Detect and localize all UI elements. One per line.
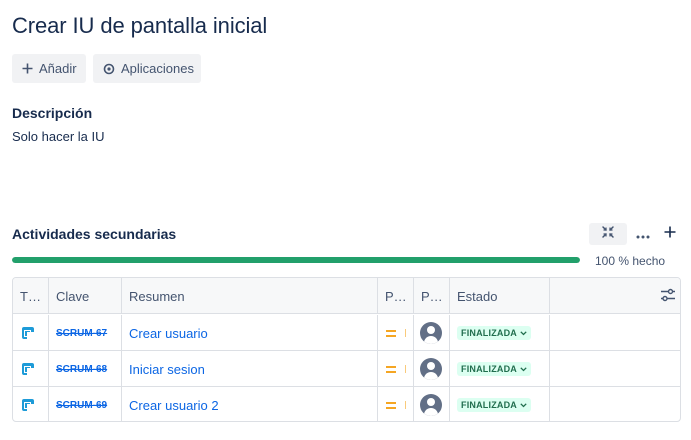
page-title: Crear IU de pantalla inicial [12,13,268,38]
avatar-icon[interactable] [420,394,442,416]
collapse-button[interactable] [589,223,627,245]
column-header-summary[interactable]: Resumen [122,278,378,314]
subtask-icon [22,363,34,375]
issue-key-link[interactable]: SCRUM-67 [56,328,107,339]
issue-key-link[interactable]: SCRUM-68 [56,364,107,375]
subtask-icon [22,327,34,339]
column-header-key[interactable]: Clave [49,278,122,314]
column-header-type[interactable]: T… [13,278,49,314]
issue-summary-link[interactable]: Crear usuario 2 [129,398,219,413]
status-dropdown[interactable]: FINALIZADA [457,398,531,412]
table-row[interactable]: SCRUM-69 Crear usuario 2 FINALIZADA [13,387,680,421]
add-subtask-button[interactable] [660,223,680,245]
status-dropdown[interactable]: FINALIZADA [457,362,531,376]
avatar-icon[interactable] [420,358,442,380]
status-dropdown[interactable]: FINALIZADA [457,326,531,340]
apps-icon [103,63,115,75]
apps-button[interactable]: Aplicaciones [93,54,201,83]
status-badge: FINALIZADA [461,400,517,410]
subtasks-table: T… Clave Resumen P… P… Estado SCRUM-67 C… [12,277,681,422]
apps-button-label: Aplicaciones [121,61,194,76]
description-heading: Descripción [12,105,93,121]
more-button[interactable] [633,224,653,244]
priority-medium-icon[interactable] [386,365,406,373]
issue-summary-link[interactable]: Iniciar sesion [129,362,205,377]
table-header: T… Clave Resumen P… P… Estado [13,278,680,314]
chevron-down-icon [520,330,527,336]
subtask-icon [22,399,34,411]
plus-icon [664,225,676,243]
add-button[interactable]: Añadir [12,54,86,83]
plus-icon [22,63,33,74]
progress-text: 100 % hecho [595,254,666,268]
more-icon [636,226,650,242]
chevron-down-icon [520,366,527,372]
status-badge: FINALIZADA [461,328,517,338]
table-row[interactable]: SCRUM-67 Crear usuario FINALIZADA [13,315,680,351]
issue-summary-link[interactable]: Crear usuario [129,326,208,341]
priority-medium-icon[interactable] [386,401,406,409]
subtasks-heading: Actividades secundarias [12,226,177,242]
issue-key-link[interactable]: SCRUM-69 [56,400,107,411]
sliders-icon [660,288,676,305]
column-header-priority[interactable]: P… [378,278,414,314]
progress-bar [12,257,580,263]
column-header-assignee[interactable]: P… [414,278,450,314]
priority-medium-icon[interactable] [386,329,406,337]
column-settings-button[interactable] [550,278,680,314]
description-text[interactable]: Solo hacer la IU [12,129,105,144]
progress-fill [12,257,580,263]
add-button-label: Añadir [39,61,77,76]
table-row[interactable]: SCRUM-68 Iniciar sesion FINALIZADA [13,351,680,387]
status-badge: FINALIZADA [461,364,517,374]
avatar-icon[interactable] [420,322,442,344]
chevron-down-icon [520,402,527,408]
column-header-status[interactable]: Estado [450,278,550,314]
collapse-icon [601,225,615,244]
